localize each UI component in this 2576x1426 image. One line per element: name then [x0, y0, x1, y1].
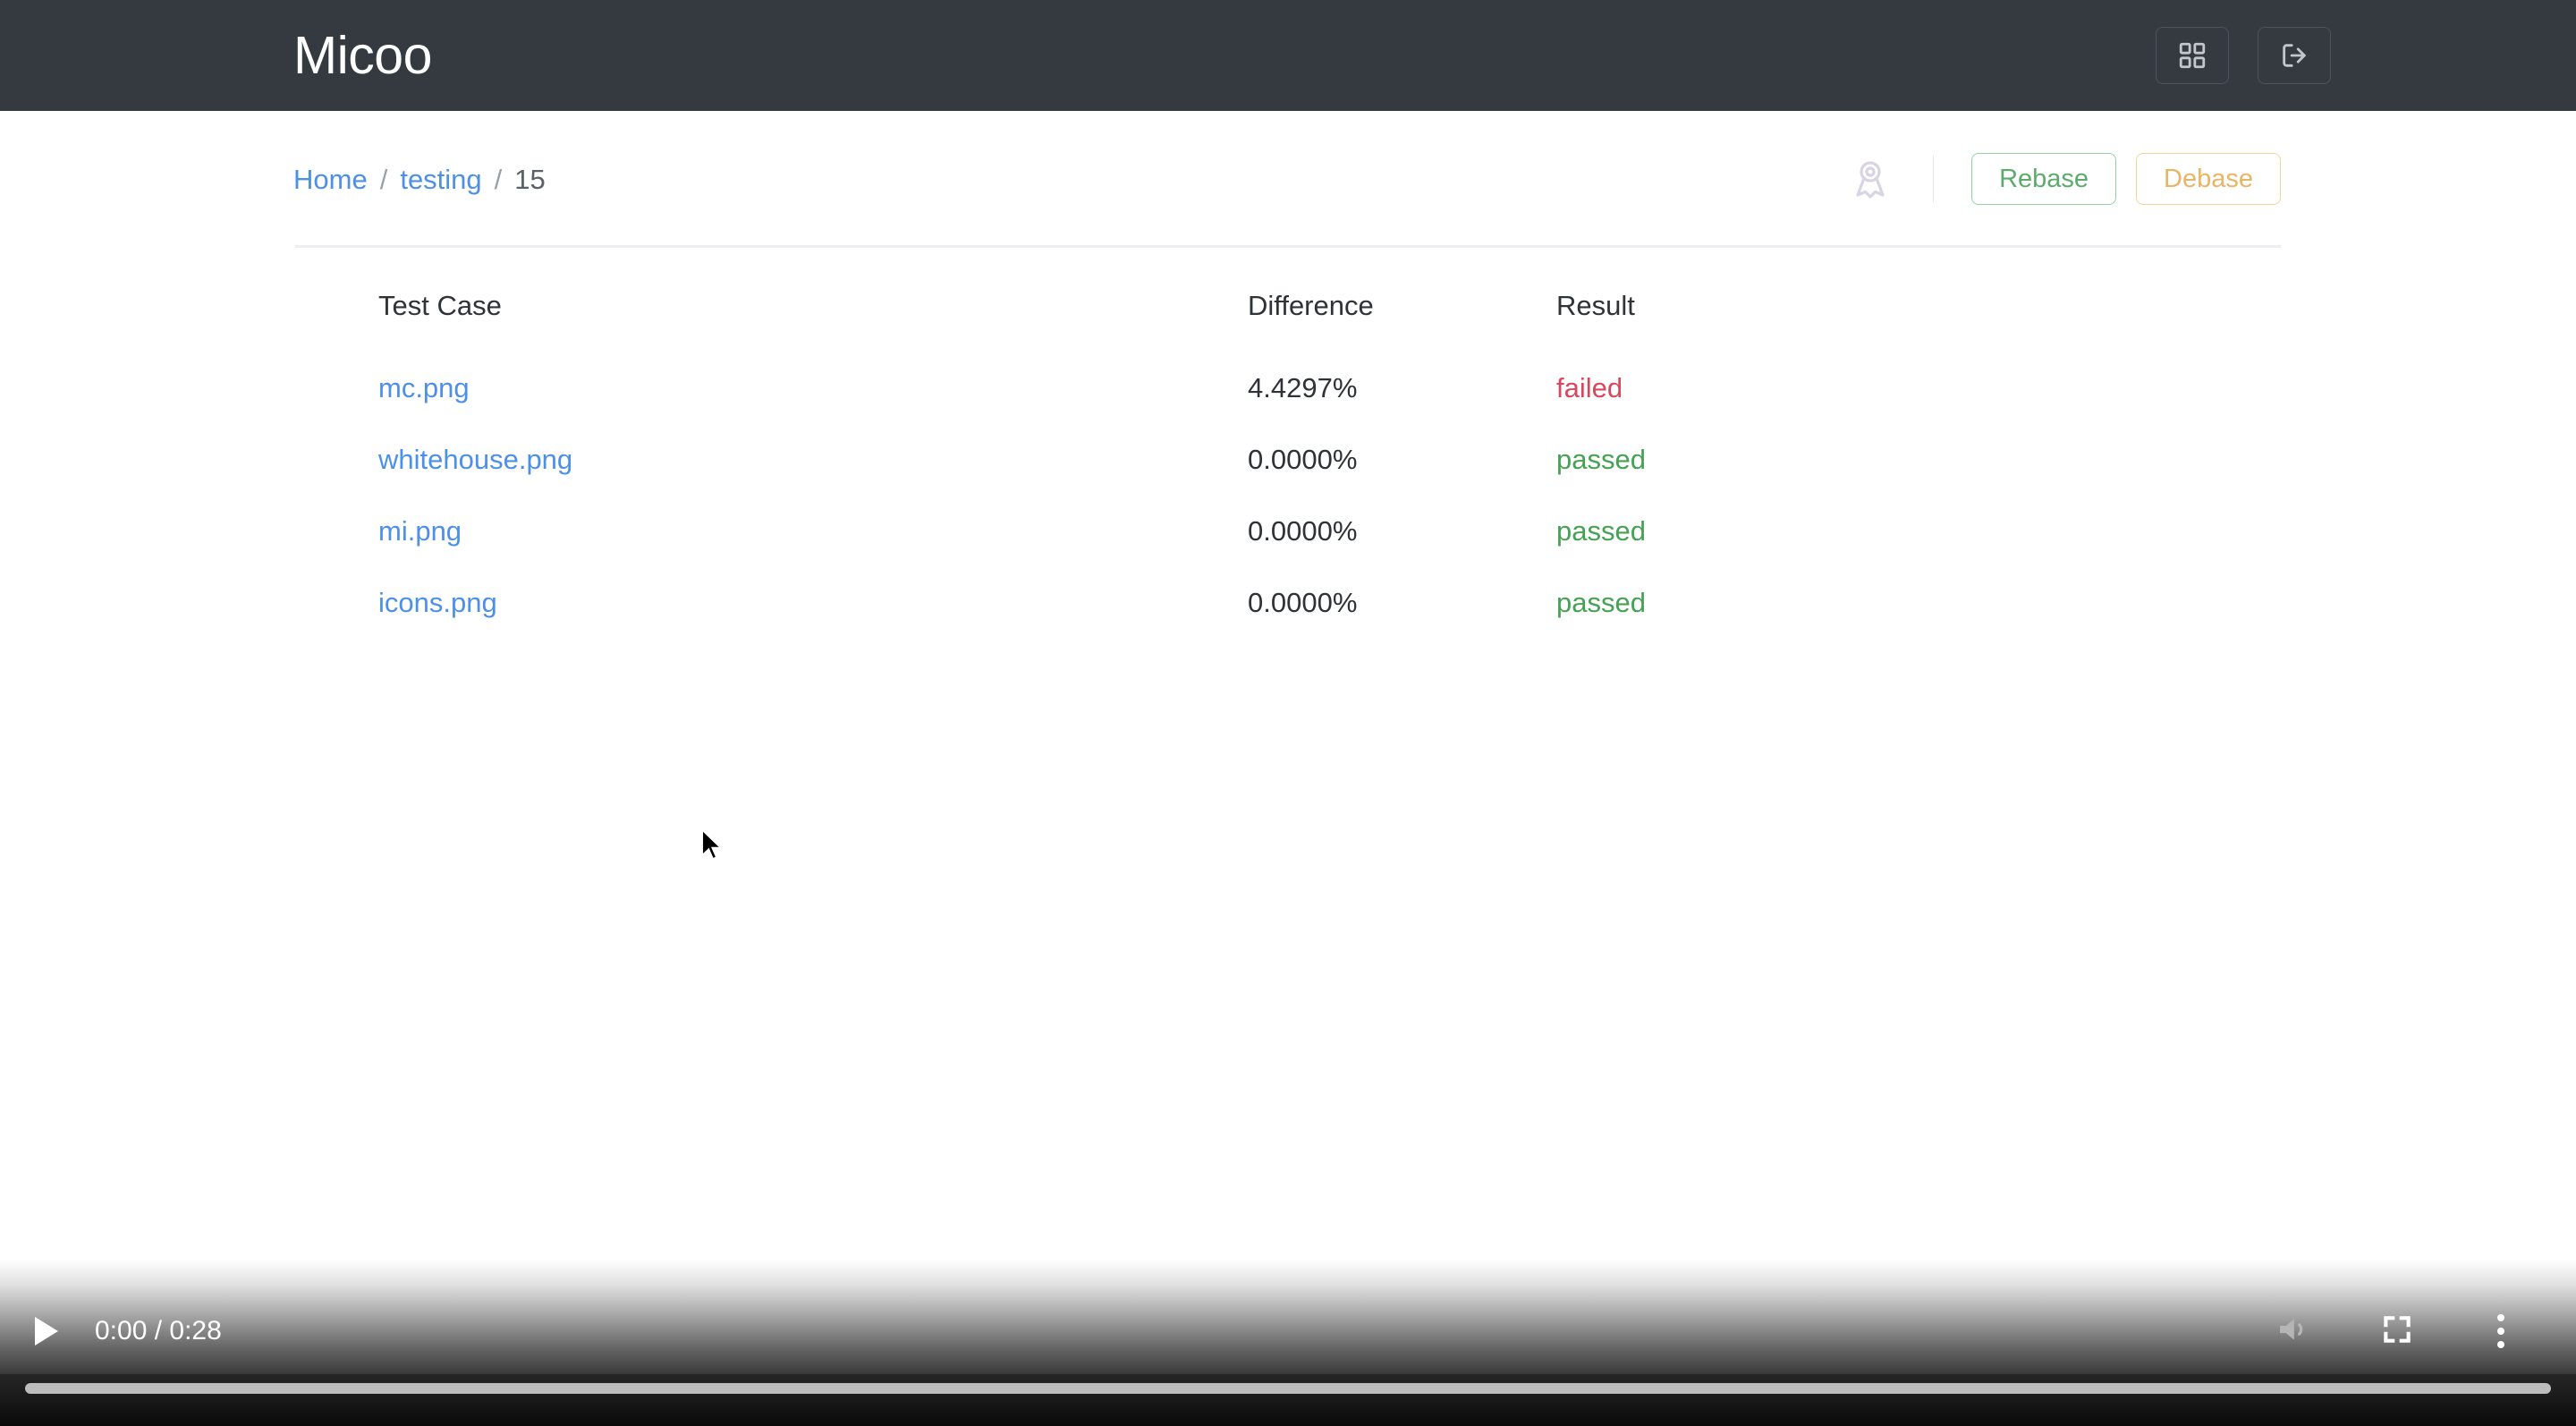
column-header-difference: Difference — [1248, 290, 1374, 321]
table-row: icons.png 0.0000% passed — [0, 567, 2576, 639]
breadcrumb: Home / testing / 15 — [293, 166, 546, 193]
breadcrumb-separator: / — [494, 163, 503, 195]
table-header-row: Test Case Difference Result — [0, 267, 2576, 345]
video-bottom-bar — [0, 1374, 2576, 1426]
table-row: mc.png 4.4297% failed — [0, 352, 2576, 424]
play-icon — [35, 1317, 58, 1345]
award-ribbon-icon[interactable] — [1847, 156, 1894, 202]
navbar-actions — [2156, 27, 2331, 84]
video-right-controls — [2267, 1304, 2528, 1358]
table-row: whitehouse.png 0.0000% passed — [0, 424, 2576, 496]
test-case-link[interactable]: mi.png — [378, 515, 462, 547]
logout-icon — [2279, 40, 2309, 71]
fullscreen-button[interactable] — [2370, 1304, 2424, 1358]
fullscreen-icon — [2380, 1312, 2414, 1351]
more-options-button[interactable] — [2474, 1304, 2528, 1358]
video-controls: 0:00 / 0:28 — [0, 1288, 2576, 1374]
cell-result: passed — [1556, 515, 1646, 547]
test-case-link[interactable]: whitehouse.png — [378, 444, 572, 475]
breadcrumb-actions: Rebase Debase — [1847, 153, 2281, 205]
column-header-test-case: Test Case — [378, 290, 502, 321]
content-divider — [295, 245, 2281, 248]
action-divider — [1933, 156, 1935, 202]
mouse-cursor — [699, 827, 724, 863]
rebase-button[interactable]: Rebase — [1971, 153, 2117, 205]
cell-result: passed — [1556, 444, 1646, 475]
play-button[interactable] — [20, 1306, 70, 1356]
cell-result: failed — [1556, 372, 1623, 403]
grid-icon — [2177, 40, 2207, 71]
top-navbar: Micoo — [0, 0, 2576, 111]
app-root: Micoo Home / testing / 15 Rebase Debase … — [0, 0, 2576, 1426]
cell-difference: 0.0000% — [1248, 587, 1358, 618]
test-results-table: Test Case Difference Result mc.png 4.429… — [0, 267, 2576, 639]
dashboard-grid-button[interactable] — [2156, 27, 2229, 84]
cell-test-case: mi.png — [0, 515, 1248, 547]
breadcrumb-item-home[interactable]: Home — [293, 166, 368, 193]
test-case-link[interactable]: icons.png — [378, 587, 497, 618]
app-brand-title: Micoo — [293, 25, 432, 85]
cell-test-case: mc.png — [0, 372, 1248, 404]
breadcrumb-item-testing[interactable]: testing — [400, 166, 481, 193]
test-case-link[interactable]: mc.png — [378, 372, 470, 403]
volume-icon — [2275, 1311, 2311, 1352]
debase-button[interactable]: Debase — [2136, 153, 2281, 205]
breadcrumb-separator: / — [379, 163, 388, 195]
cell-difference: 0.0000% — [1248, 515, 1358, 547]
breadcrumb-row: Home / testing / 15 Rebase Debase — [0, 111, 2576, 247]
kebab-menu-icon — [2497, 1314, 2504, 1348]
cell-test-case: whitehouse.png — [0, 444, 1248, 476]
cell-result: passed — [1556, 587, 1646, 618]
cell-difference: 4.4297% — [1248, 372, 1358, 403]
cell-test-case: icons.png — [0, 587, 1248, 619]
cell-difference: 0.0000% — [1248, 444, 1358, 475]
column-header-result: Result — [1556, 290, 1635, 321]
logout-button[interactable] — [2258, 27, 2331, 84]
video-progress-bar[interactable] — [25, 1383, 2551, 1394]
table-row: mi.png 0.0000% passed — [0, 496, 2576, 567]
volume-button[interactable] — [2267, 1304, 2320, 1358]
header-spacer — [0, 345, 2576, 352]
video-time-display: 0:00 / 0:28 — [95, 1316, 222, 1345]
breadcrumb-item-current: 15 — [514, 163, 546, 195]
